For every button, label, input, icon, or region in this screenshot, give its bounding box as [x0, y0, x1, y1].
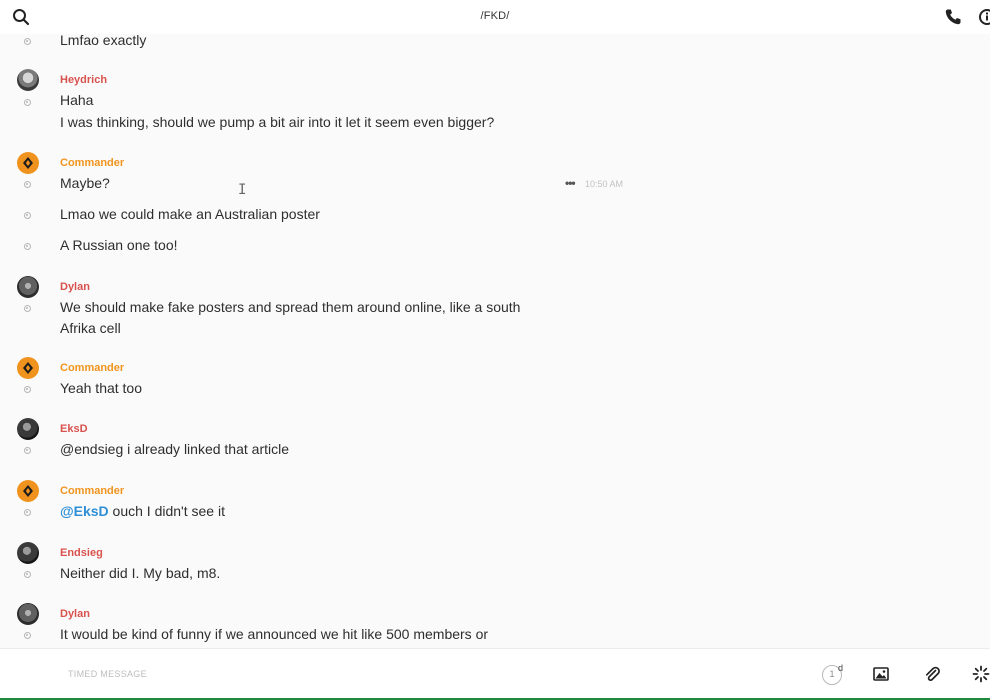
conversation-title: /FKD/ — [480, 10, 510, 22]
message-text: I was thinking, should we pump a bit air… — [60, 114, 495, 130]
phone-icon[interactable] — [944, 8, 962, 26]
message-text: Afrika cell — [60, 320, 121, 336]
read-status-icon — [24, 447, 31, 454]
message-text: A Russian one too! — [60, 237, 178, 253]
avatar[interactable] — [17, 480, 39, 502]
read-status-icon — [24, 305, 31, 312]
read-status-icon — [24, 509, 31, 516]
message-list[interactable]: Lmfao exactly Heydrich Haha I was thinki… — [0, 34, 990, 648]
author-name[interactable]: Commander — [60, 362, 124, 374]
more-actions-icon[interactable]: ••• — [565, 176, 577, 190]
info-icon[interactable] — [978, 8, 990, 26]
author-name[interactable]: EksD — [60, 423, 88, 435]
author-name[interactable]: Endsieg — [60, 547, 103, 559]
read-status-icon — [24, 38, 31, 45]
avatar[interactable] — [17, 418, 39, 440]
author-name[interactable]: Commander — [60, 485, 124, 497]
avatar[interactable] — [17, 69, 39, 91]
diamond-icon — [23, 485, 33, 497]
read-status-icon — [24, 181, 31, 188]
message-text: It would be kind of funny if we announce… — [60, 626, 489, 642]
avatar[interactable] — [17, 152, 39, 174]
message-text: Lmfao exactly — [60, 34, 147, 48]
author-name[interactable]: Dylan — [60, 608, 90, 620]
message-text-rest: ouch I didn't see it — [108, 503, 225, 519]
read-status-icon — [24, 212, 31, 219]
composer-bar: TIMED MESSAGE 1 d — [0, 648, 990, 700]
read-status-icon — [24, 386, 31, 393]
text-cursor-icon: I — [238, 182, 247, 198]
avatar[interactable] — [17, 542, 39, 564]
image-icon[interactable] — [873, 666, 889, 682]
diamond-icon — [23, 362, 33, 374]
message-text: Yeah that too — [60, 380, 143, 396]
message-text: @endsieg i already linked that article — [60, 441, 290, 457]
message-text: Lmao we could make an Australian poster — [60, 206, 320, 222]
read-status-icon — [24, 243, 31, 250]
avatar[interactable] — [17, 276, 39, 298]
message-timestamp: 10:50 AM — [585, 179, 624, 189]
message-input[interactable]: TIMED MESSAGE — [68, 669, 147, 679]
message-text: Neither did I. My bad, m8. — [60, 565, 221, 581]
paperclip-icon[interactable] — [923, 665, 941, 683]
read-status-icon — [24, 632, 31, 639]
message-text: @EksD ouch I didn't see it — [60, 501, 225, 522]
timer-unit: d — [838, 663, 844, 673]
message-text: We should make fake posters and spread t… — [60, 299, 521, 315]
read-status-icon — [24, 99, 31, 106]
author-name[interactable]: Heydrich — [60, 74, 107, 86]
author-name[interactable]: Commander — [60, 157, 124, 169]
mention-link[interactable]: @EksD — [60, 503, 109, 519]
author-name[interactable]: Dylan — [60, 281, 90, 293]
top-bar: /FKD/ — [0, 0, 990, 34]
sparkle-icon[interactable] — [972, 665, 990, 683]
message-text: Maybe? — [60, 175, 110, 191]
avatar[interactable] — [17, 357, 39, 379]
diamond-icon — [23, 157, 33, 169]
read-status-icon — [24, 571, 31, 578]
avatar[interactable] — [17, 603, 39, 625]
message-text: Haha — [60, 92, 94, 108]
